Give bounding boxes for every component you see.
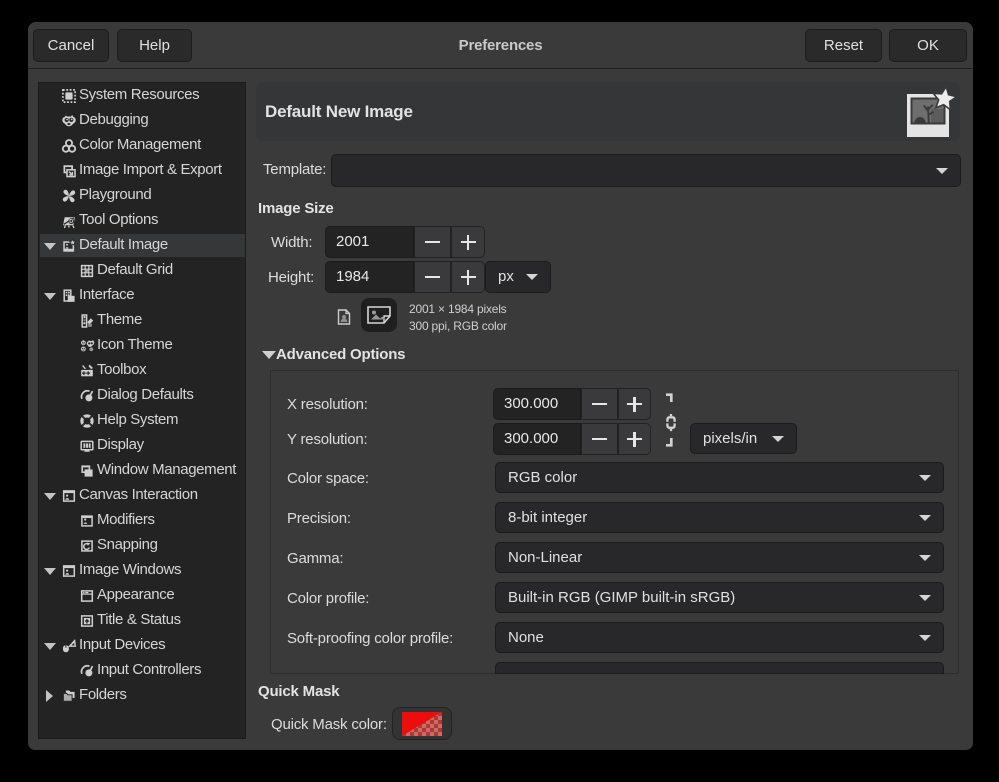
svg-text:D: D <box>69 219 73 225</box>
